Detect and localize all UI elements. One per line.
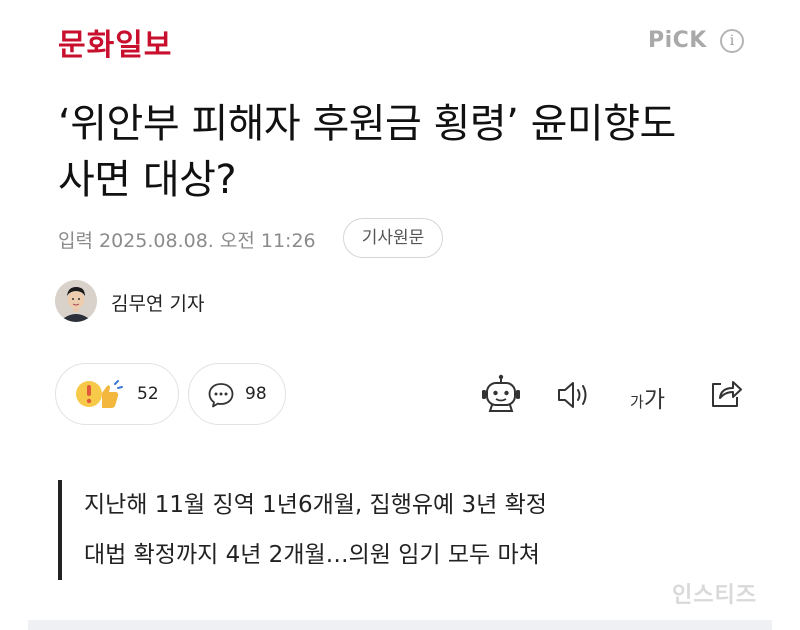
comment-button[interactable]: 98 xyxy=(188,363,286,425)
watermark: 인스티즈 xyxy=(672,583,757,608)
font-size-icon[interactable]: 가가 xyxy=(630,380,665,414)
audio-icon[interactable] xyxy=(556,380,592,414)
reaction-button[interactable]: 52 xyxy=(55,363,179,425)
share-icon[interactable] xyxy=(708,376,744,414)
pick-badge: PiCK xyxy=(648,28,707,53)
summary-line-2: 대법 확정까지 4년 2개월…의원 임기 모두 마쳐 xyxy=(84,542,540,568)
font-size-small: 가 xyxy=(630,393,644,411)
reporter-name[interactable]: 김무연 기자 xyxy=(111,289,204,316)
action-bar: 52 98 가가 xyxy=(0,360,800,430)
reaction-icon xyxy=(74,376,124,416)
header: 문화일보 PiCK i xyxy=(0,0,800,84)
info-icon[interactable]: i xyxy=(720,29,744,53)
reaction-count: 52 xyxy=(137,384,159,404)
article-summary: 지난해 11월 징역 1년6개월, 집행유예 3년 확정 대법 확정까지 4년 … xyxy=(58,480,758,580)
summary-line-1: 지난해 11월 징역 1년6개월, 집행유예 3년 확정 xyxy=(84,492,547,518)
press-logo[interactable]: 문화일보 xyxy=(58,20,172,64)
bottom-divider xyxy=(28,620,772,630)
comment-count: 98 xyxy=(245,384,267,404)
title-line-1: ‘위안부 피해자 후원금 횡령’ 윤미향도 xyxy=(58,101,676,147)
robot-summary-icon[interactable] xyxy=(480,374,522,418)
article-title: ‘위안부 피해자 후원금 횡령’ 윤미향도 사면 대상? xyxy=(58,96,758,208)
title-line-2: 사면 대상? xyxy=(58,157,237,203)
comment-icon xyxy=(207,381,235,413)
publish-date: 입력 2025.08.08. 오전 11:26 xyxy=(58,230,316,252)
original-article-button[interactable]: 기사원문 xyxy=(343,218,443,258)
font-size-large: 가 xyxy=(643,387,665,413)
reporter-avatar[interactable] xyxy=(55,280,97,322)
